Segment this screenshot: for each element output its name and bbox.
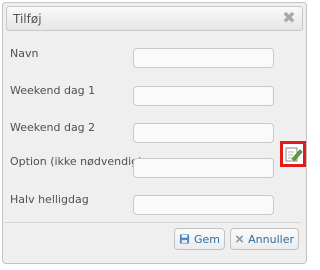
option-field[interactable] — [133, 158, 274, 178]
name-field[interactable] — [133, 48, 274, 68]
dialog-titlebar[interactable]: Tilføj ✖ — [6, 6, 303, 31]
option-label: Option (ikke nødvendig) — [10, 155, 143, 168]
option-edit-button[interactable] — [280, 141, 306, 167]
weekend-day-2-label: Weekend dag 2 — [10, 121, 96, 134]
close-icon[interactable]: ✖ — [282, 10, 296, 26]
weekend-day-1-field[interactable] — [133, 86, 274, 106]
cancel-button[interactable]: Annuller — [230, 228, 299, 250]
save-icon — [179, 234, 190, 244]
weekend-day-2-field[interactable] — [133, 123, 274, 143]
weekend-day-1-label: Weekend dag 1 — [10, 84, 96, 97]
half-holiday-label: Halv helligdag — [10, 193, 89, 206]
footer-divider — [4, 222, 301, 223]
save-button[interactable]: Gem — [174, 228, 225, 250]
edit-icon — [285, 147, 303, 162]
cancel-button-label: Annuller — [248, 232, 294, 246]
half-holiday-field[interactable] — [133, 195, 274, 215]
save-button-label: Gem — [193, 232, 220, 246]
cancel-icon — [236, 235, 244, 243]
name-label: Navn — [10, 47, 39, 60]
dialog-title: Tilføj — [13, 12, 42, 26]
